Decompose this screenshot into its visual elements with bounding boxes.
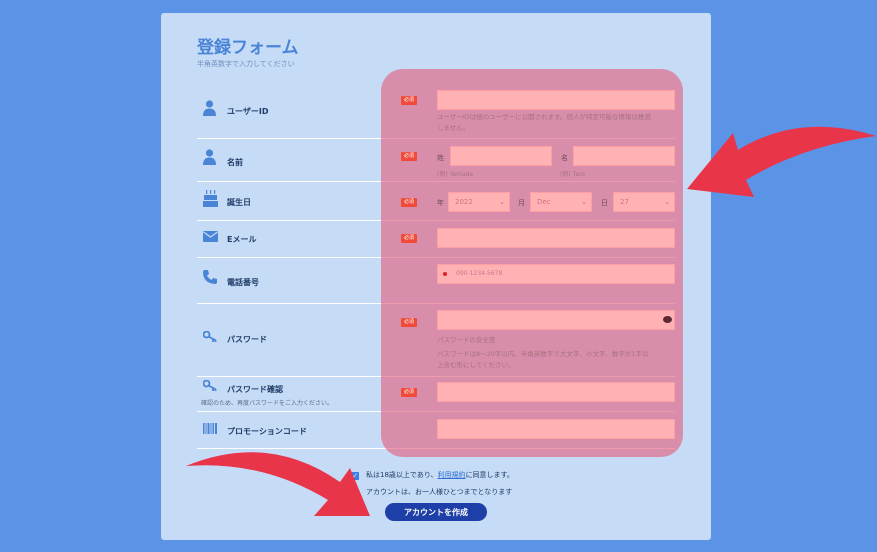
annotation-arrows <box>186 126 876 516</box>
arrow-icon <box>687 126 876 197</box>
arrow-icon <box>186 452 370 516</box>
